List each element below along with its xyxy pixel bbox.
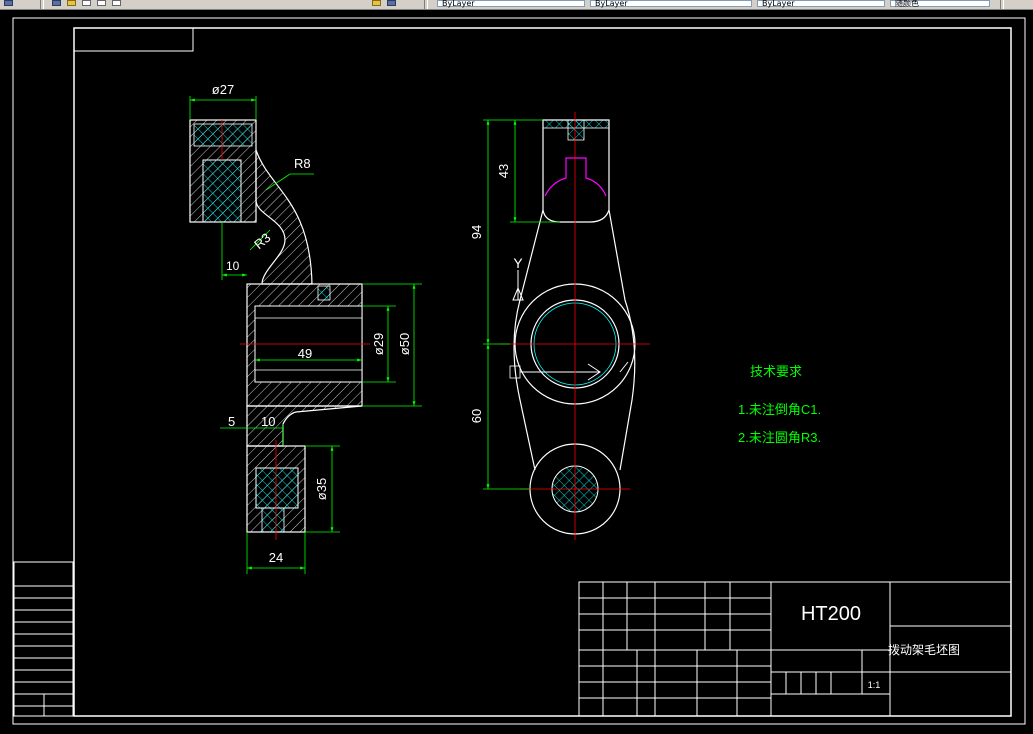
tech-req-item-1: 1.未注倒角C1. [738, 402, 821, 417]
layer-states-icon[interactable] [387, 0, 396, 6]
technical-requirements: 技术要求 1.未注倒角C1. 2.未注圆角R3. [738, 364, 821, 445]
dim-60: 60 [469, 409, 484, 423]
color-control-field[interactable]: ByLayer [437, 0, 585, 8]
toolbar-separator [424, 0, 428, 9]
title-part-name: 拨动架毛坯图 [888, 643, 960, 657]
dim-10-top: 10 [226, 259, 240, 273]
dim-10-bottom: 10 [261, 414, 275, 429]
toolbar-left-group [4, 0, 13, 9]
sun-icon[interactable] [82, 0, 91, 6]
dim-d29: ø29 [371, 333, 386, 355]
light-bulb-icon[interactable] [67, 0, 76, 6]
dim-49: 49 [298, 346, 312, 361]
dim-d27: ø27 [212, 82, 234, 97]
toolbar-standard-group [52, 0, 121, 9]
dim-94: 94 [469, 225, 484, 239]
layer-properties-icon[interactable] [4, 0, 13, 6]
sheet-outer-border [12, 17, 1026, 725]
top-left-label-box [73, 27, 194, 52]
title-scale: 1:1 [868, 680, 881, 690]
toolbar-separator [1000, 0, 1004, 9]
dim-r8: R8 [294, 156, 311, 171]
drawing-canvas[interactable]: ø27 R8 R3 10 49 ø29 ø50 5 10 ø35 24 Y 43… [0, 9, 1033, 734]
cube-icon[interactable] [52, 0, 61, 6]
dim-24: 24 [269, 550, 283, 565]
dim-d50: ø50 [397, 333, 412, 355]
dim-5: 5 [228, 414, 235, 429]
layer-previous-icon[interactable] [372, 0, 381, 6]
title-material: HT200 [801, 603, 861, 625]
lineweight-control-field[interactable]: ByLayer [757, 0, 885, 8]
toolbar-mid-group [372, 0, 396, 9]
color-swatch-icon[interactable] [112, 0, 121, 6]
linetype-control-field[interactable]: ByLayer [590, 0, 752, 8]
front-view: Y 43 94 60 [469, 112, 650, 540]
tech-req-item-2: 2.未注圆角R3. [738, 430, 821, 445]
lock-icon[interactable] [97, 0, 106, 6]
toolbar-separator [40, 0, 44, 9]
ucs-y-label: Y [513, 255, 523, 271]
side-section-view: ø27 R8 R3 10 49 ø29 ø50 5 10 ø35 24 [189, 82, 422, 574]
dim-43: 43 [496, 164, 511, 178]
plot-style-field[interactable]: 随颜色 [890, 0, 990, 8]
left-side-table [13, 561, 74, 717]
dim-r3: R3 [251, 230, 273, 252]
dim-d35: ø35 [314, 478, 329, 500]
tech-req-heading: 技术要求 [750, 364, 802, 379]
